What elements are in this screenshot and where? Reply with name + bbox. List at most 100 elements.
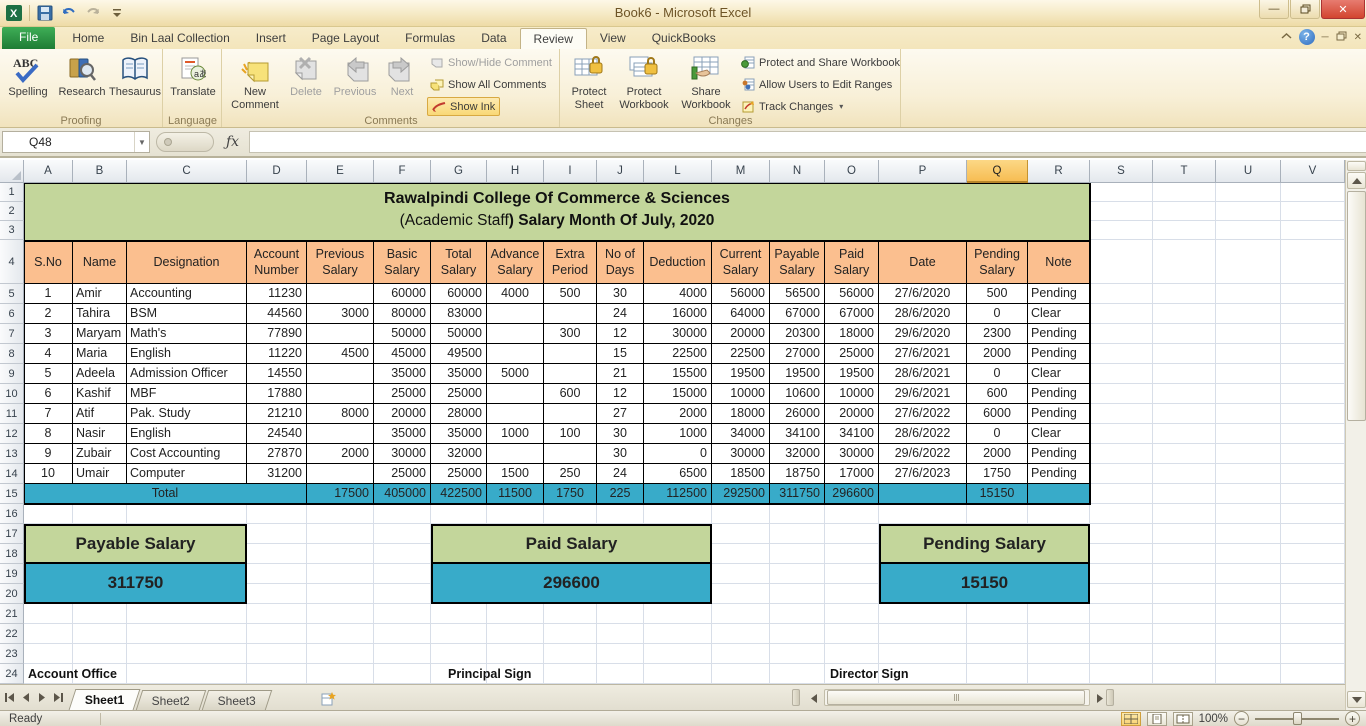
table-cell[interactable]: 21: [597, 364, 644, 384]
table-cell[interactable]: 20000: [712, 324, 770, 344]
grid-cell[interactable]: [374, 544, 431, 564]
row-header-16[interactable]: 16: [0, 504, 24, 524]
grid-cell[interactable]: [967, 624, 1028, 644]
table-cell[interactable]: 20300: [770, 324, 825, 344]
column-header-B[interactable]: B: [73, 160, 127, 183]
grid-cell[interactable]: [247, 544, 307, 564]
table-cell[interactable]: 27000: [770, 344, 825, 364]
table-cell[interactable]: English: [127, 424, 247, 444]
select-all-corner[interactable]: [0, 160, 24, 183]
grid-cell[interactable]: [544, 504, 597, 524]
previous-comment-button[interactable]: Previous: [329, 52, 381, 99]
table-cell[interactable]: Maria: [73, 344, 127, 364]
vscroll-thumb[interactable]: [1347, 191, 1366, 421]
grid-cell[interactable]: [1153, 604, 1216, 624]
insert-function-icon[interactable]: ƒx: [226, 134, 239, 150]
grid-cell[interactable]: [712, 624, 770, 644]
grid-cell[interactable]: [1216, 564, 1281, 584]
protect-share-workbook-button[interactable]: Protect and Share Workbook: [741, 53, 900, 72]
previous-sheet-button[interactable]: [18, 688, 34, 706]
grid-cell[interactable]: [1216, 644, 1281, 664]
table-cell[interactable]: 15000: [644, 384, 712, 404]
table-cell[interactable]: [487, 404, 544, 424]
grid-cell[interactable]: [597, 504, 644, 524]
table-cell[interactable]: 29/6/2022: [879, 444, 967, 464]
grid-cell[interactable]: [1090, 221, 1153, 240]
grid-cell[interactable]: [1281, 221, 1345, 240]
column-header-Q[interactable]: Q: [967, 160, 1028, 183]
grid-cell[interactable]: [1153, 384, 1216, 404]
grid-cell[interactable]: [73, 624, 127, 644]
table-cell[interactable]: 18750: [770, 464, 825, 484]
column-title-cell[interactable]: Total Salary: [431, 242, 487, 283]
column-header-O[interactable]: O: [825, 160, 879, 183]
grid-cell[interactable]: [431, 604, 487, 624]
page-layout-view-button[interactable]: [1147, 712, 1167, 726]
table-cell[interactable]: 30000: [374, 444, 431, 464]
table-cell[interactable]: 20000: [374, 404, 431, 424]
column-header-J[interactable]: J: [597, 160, 644, 183]
table-cell[interactable]: 77890: [247, 324, 307, 344]
table-cell[interactable]: 6: [24, 384, 73, 404]
hscroll-left-button[interactable]: [806, 689, 822, 707]
grid-cell[interactable]: [770, 584, 825, 604]
row-header-7[interactable]: 7: [0, 324, 24, 344]
grid-cell[interactable]: [1216, 424, 1281, 444]
sheet-tab-sheet3[interactable]: Sheet3: [202, 690, 273, 710]
table-cell[interactable]: 26000: [770, 404, 825, 424]
table-cell[interactable]: 2000: [967, 344, 1028, 364]
grid-cell[interactable]: [1090, 524, 1153, 544]
grid-cell[interactable]: [544, 624, 597, 644]
grid-cell[interactable]: [1028, 664, 1090, 684]
grid-cell[interactable]: [1281, 324, 1345, 344]
grid-cell[interactable]: [1153, 304, 1216, 324]
grid-cell[interactable]: [1028, 644, 1090, 664]
table-cell[interactable]: 22500: [712, 344, 770, 364]
column-title-cell[interactable]: Pending Salary: [967, 242, 1028, 283]
scroll-down-button[interactable]: [1347, 691, 1366, 708]
row-header-13[interactable]: 13: [0, 444, 24, 464]
grid-cell[interactable]: [247, 524, 307, 544]
grid-cell[interactable]: [127, 644, 247, 664]
table-cell[interactable]: Pending: [1028, 404, 1090, 424]
grid-cell[interactable]: [1153, 404, 1216, 424]
grid-cell[interactable]: [1090, 404, 1153, 424]
grid-cell[interactable]: [1216, 240, 1281, 284]
table-cell[interactable]: 18000: [825, 324, 879, 344]
grid-cell[interactable]: [1090, 240, 1153, 284]
ribbon-tab-home[interactable]: Home: [59, 28, 117, 49]
grid-cell[interactable]: [1216, 344, 1281, 364]
column-title-cell[interactable]: Extra Period: [544, 242, 597, 283]
table-cell[interactable]: Pending: [1028, 324, 1090, 344]
grid-cell[interactable]: [247, 564, 307, 584]
table-cell[interactable]: 34100: [770, 424, 825, 444]
table-cell[interactable]: [487, 384, 544, 404]
grid-cell[interactable]: [487, 504, 544, 524]
table-cell[interactable]: MBF: [127, 384, 247, 404]
grid-cell[interactable]: [431, 624, 487, 644]
table-cell[interactable]: 1000: [487, 424, 544, 444]
table-cell[interactable]: Clear: [1028, 424, 1090, 444]
table-cell[interactable]: Zubair: [73, 444, 127, 464]
table-cell[interactable]: Kashif: [73, 384, 127, 404]
column-title-cell[interactable]: Deduction: [644, 242, 712, 283]
allow-users-edit-ranges-button[interactable]: Allow Users to Edit Ranges: [741, 75, 892, 94]
grid-cell[interactable]: [1281, 304, 1345, 324]
table-cell[interactable]: 80000: [374, 304, 431, 324]
page-break-view-button[interactable]: [1173, 712, 1193, 726]
table-cell[interactable]: 25000: [431, 464, 487, 484]
next-sheet-button[interactable]: [34, 688, 50, 706]
table-cell[interactable]: 16000: [644, 304, 712, 324]
table-cell[interactable]: 1000: [644, 424, 712, 444]
new-comment-button[interactable]: New Comment: [229, 52, 281, 111]
grid-cell[interactable]: [307, 624, 374, 644]
column-title-cell[interactable]: Previous Salary: [307, 242, 374, 283]
table-cell[interactable]: Pending: [1028, 344, 1090, 364]
grid-cell[interactable]: [770, 524, 825, 544]
row-header-24[interactable]: 24: [0, 664, 24, 684]
grid-cell[interactable]: [712, 604, 770, 624]
grid-cell[interactable]: [307, 604, 374, 624]
table-cell[interactable]: 0: [967, 424, 1028, 444]
table-cell[interactable]: Maryam: [73, 324, 127, 344]
table-cell[interactable]: 8000: [307, 404, 374, 424]
